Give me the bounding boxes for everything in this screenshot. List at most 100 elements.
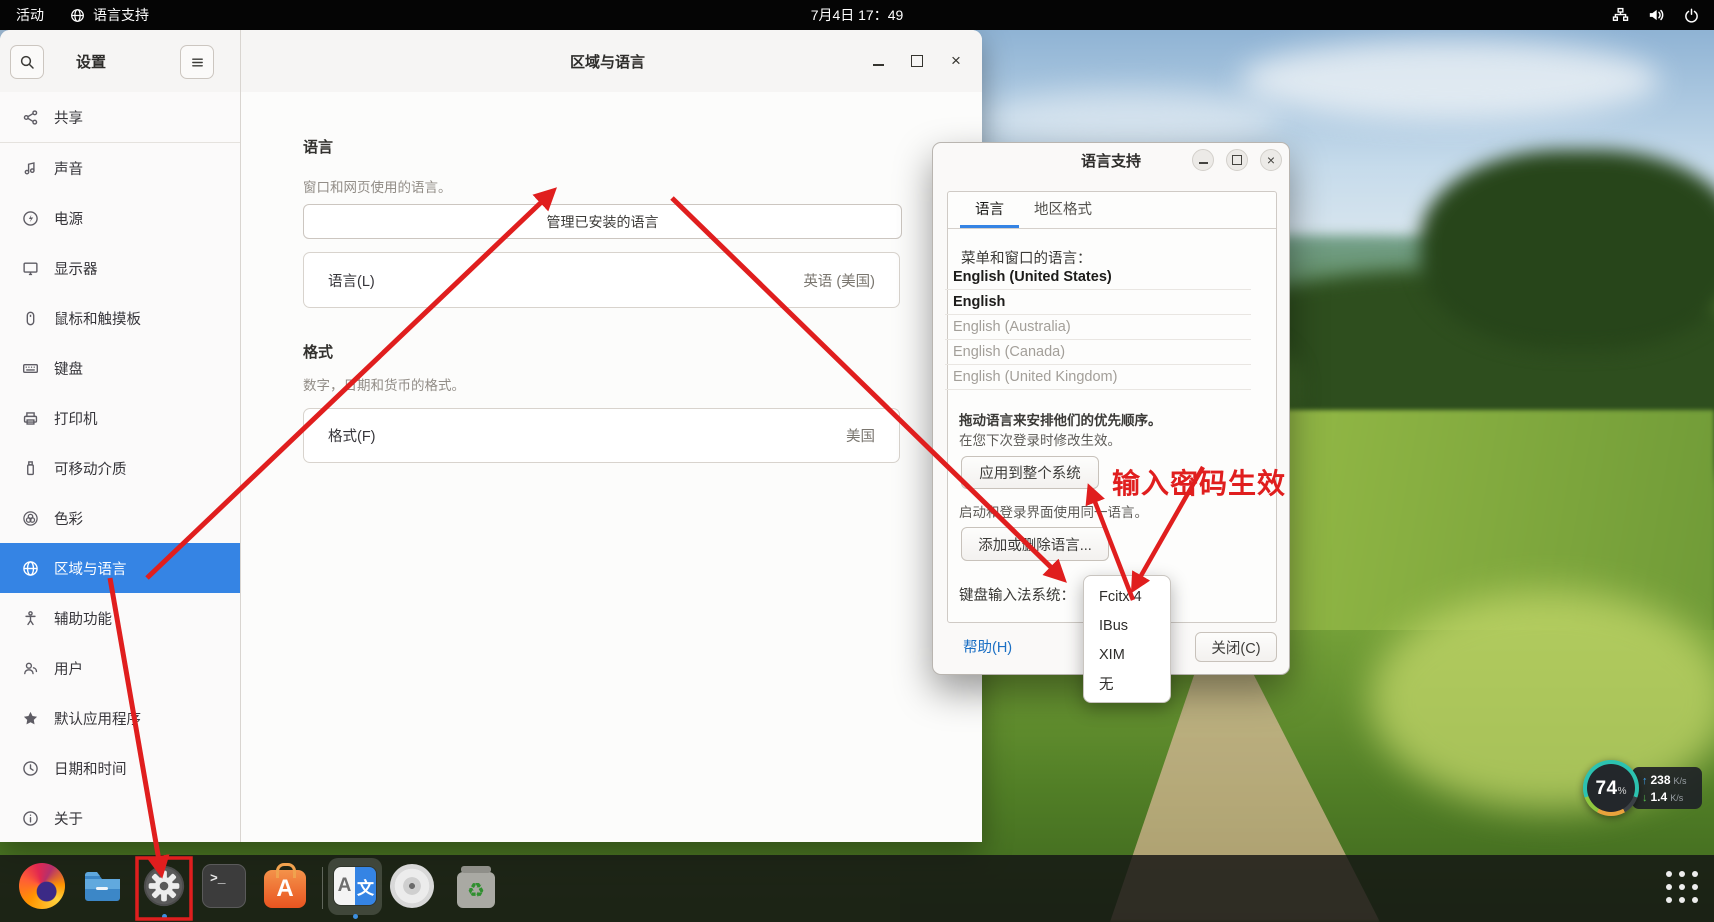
language-section-subtitle: 窗口和网页使用的语言。 xyxy=(303,176,452,196)
removable-media-icon xyxy=(22,460,39,477)
cjk-letter: 文 xyxy=(355,867,376,905)
dialog-close-button[interactable]: × xyxy=(1260,149,1282,171)
sidebar-item-accessibility[interactable]: 辅助功能 xyxy=(0,593,240,643)
language-list-item[interactable]: English (United States) xyxy=(945,265,1251,290)
upload-speed: ↑ 238K/s xyxy=(1642,773,1702,787)
volume-icon[interactable] xyxy=(1647,6,1665,24)
network-speed-widget: ↑ 238K/s ↓ 1.4K/s xyxy=(1632,767,1702,809)
sidebar-item-label: 鼠标和触摸板 xyxy=(54,308,141,329)
language-list-item[interactable]: English (Canada) xyxy=(945,340,1251,365)
sidebar-item-power[interactable]: 电源 xyxy=(0,193,240,243)
running-indicator-settings xyxy=(162,914,167,919)
sidebar-item-label: 用户 xyxy=(54,658,83,679)
settings-headerbar: 设置 区域与语言 × xyxy=(0,30,982,93)
dock-item-trash[interactable]: ♻ xyxy=(453,863,499,909)
sidebar-item-label: 默认应用程序 xyxy=(54,708,141,729)
format-row[interactable]: 格式(F) 美国 xyxy=(303,408,900,463)
sidebar-item-region-language[interactable]: 区域与语言 xyxy=(0,543,240,593)
dialog-maximize-button[interactable] xyxy=(1226,149,1248,171)
apply-note: 启动和登录界面使用同一语言。 xyxy=(959,501,1148,521)
sidebar-item-label: 日期和时间 xyxy=(54,758,127,779)
power-icon[interactable] xyxy=(1683,7,1700,24)
cpu-gauge-widget: 74% xyxy=(1583,760,1639,816)
ime-option-none[interactable]: 无 xyxy=(1084,669,1170,698)
dock-item-settings[interactable] xyxy=(141,863,187,909)
sidebar-item-users[interactable]: 用户 xyxy=(0,643,240,693)
cpu-percent: 74 xyxy=(1595,778,1617,800)
ime-option-ibus[interactable]: IBus xyxy=(1084,611,1170,640)
sidebar-item-date-time[interactable]: 日期和时间 xyxy=(0,743,240,793)
help-button[interactable]: 帮助(H) xyxy=(963,636,1012,657)
ime-option-fcitx4[interactable]: Fcitx 4 xyxy=(1084,582,1170,611)
wallpaper-cloud xyxy=(1240,40,1660,120)
language-list-item[interactable]: English (United Kingdom) xyxy=(945,365,1251,390)
sidebar-item-displays[interactable]: 显示器 xyxy=(0,243,240,293)
focused-app-menu[interactable]: 语言支持 xyxy=(70,5,149,25)
format-row-label: 格式(F) xyxy=(328,425,376,446)
dock: >_ A A 文 ♻ xyxy=(0,855,1714,922)
upload-value: 238 xyxy=(1651,773,1671,787)
running-indicator-language-support xyxy=(353,914,358,919)
color-icon xyxy=(22,510,39,527)
upload-unit: K/s xyxy=(1674,776,1687,786)
globe-icon xyxy=(22,560,39,577)
power-icon xyxy=(22,210,39,227)
language-list-item[interactable]: English (Australia) xyxy=(945,315,1251,340)
ime-system-label: 键盘输入法系统： xyxy=(959,584,1075,605)
close-button[interactable]: × xyxy=(946,51,966,71)
tab-language[interactable]: 语言 xyxy=(960,192,1019,228)
recycle-glyph: ♻ xyxy=(467,878,485,903)
wallpaper-forest xyxy=(1420,150,1714,350)
drag-priority-hint: 拖动语言来安排他们的优先顺序。 xyxy=(959,409,1162,429)
add-remove-languages-button[interactable]: 添加或删除语言... xyxy=(961,527,1109,561)
sidebar-item-default-apps[interactable]: 默认应用程序 xyxy=(0,693,240,743)
sidebar-item-sharing[interactable]: 共享 xyxy=(0,92,240,142)
ime-option-xim[interactable]: XIM xyxy=(1084,640,1170,669)
maximize-button[interactable] xyxy=(907,51,927,71)
dialog-minimize-button[interactable] xyxy=(1192,149,1214,171)
language-list-item[interactable]: English xyxy=(945,290,1251,315)
apply-system-wide-button[interactable]: 应用到整个系统 xyxy=(961,456,1099,489)
dock-item-language-support[interactable]: A 文 xyxy=(332,863,378,909)
sidebar-item-sound[interactable]: 声音 xyxy=(0,143,240,193)
wallpaper-cloud xyxy=(980,90,1280,150)
dock-item-software-center[interactable]: A xyxy=(262,863,308,909)
dialog-close-action-button[interactable]: 关闭(C) xyxy=(1195,632,1277,662)
settings-sidebar: 共享 声音 电源 显示器 鼠标和触摸板 键盘 xyxy=(0,92,240,842)
terminal-icon: >_ xyxy=(202,864,246,908)
download-unit: K/s xyxy=(1670,793,1683,803)
clock-icon xyxy=(22,760,39,777)
hamburger-icon xyxy=(190,55,205,70)
minimize-button[interactable] xyxy=(868,51,888,71)
activities-button[interactable]: 活动 xyxy=(16,5,44,25)
sidebar-item-mouse[interactable]: 鼠标和触摸板 xyxy=(0,293,240,343)
wired-network-icon[interactable] xyxy=(1612,7,1629,24)
sidebar-item-about[interactable]: 关于 xyxy=(0,793,240,843)
sidebar-item-printers[interactable]: 打印机 xyxy=(0,393,240,443)
dock-item-files[interactable] xyxy=(78,863,124,909)
dock-item-firefox[interactable] xyxy=(19,863,65,909)
sidebar-item-label: 关于 xyxy=(54,808,83,829)
trash-icon: ♻ xyxy=(457,872,495,908)
manage-installed-languages-button[interactable]: 管理已安装的语言 xyxy=(303,204,902,239)
show-applications-button[interactable] xyxy=(1660,865,1704,909)
clock[interactable]: 7月4日 17：49 xyxy=(0,5,1714,25)
printer-icon xyxy=(22,410,39,427)
dock-item-media-player[interactable] xyxy=(389,863,435,909)
upload-arrow-icon: ↑ xyxy=(1642,775,1648,787)
language-row[interactable]: 语言(L) 英语 (美国) xyxy=(303,252,900,308)
tab-regional-formats[interactable]: 地区格式 xyxy=(1019,192,1107,228)
sidebar-item-label: 声音 xyxy=(54,158,83,179)
sidebar-item-keyboard[interactable]: 键盘 xyxy=(0,343,240,393)
menu-button[interactable] xyxy=(180,45,214,79)
sidebar-item-color[interactable]: 色彩 xyxy=(0,493,240,543)
sidebar-item-removable-media[interactable]: 可移动介质 xyxy=(0,443,240,493)
format-row-value: 美国 xyxy=(846,425,875,446)
software-center-icon: A xyxy=(264,870,306,908)
dock-item-terminal[interactable]: >_ xyxy=(201,863,247,909)
search-button[interactable] xyxy=(10,45,44,79)
accessibility-icon xyxy=(22,610,39,627)
next-login-hint: 在您下次登录时修改生效。 xyxy=(959,429,1121,449)
dialog-tabs: 语言 地区格式 xyxy=(948,192,1276,229)
sidebar-item-label: 显示器 xyxy=(54,258,98,279)
